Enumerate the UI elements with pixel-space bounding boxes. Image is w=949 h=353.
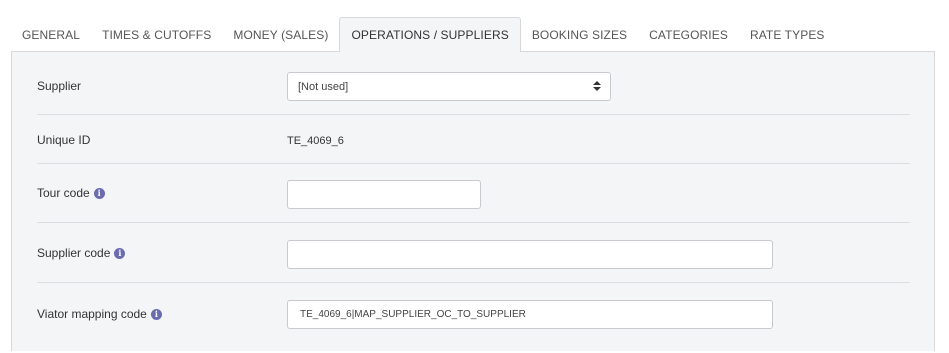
supplier-code-label: Supplier code i xyxy=(37,246,126,260)
viator-mapping-code-row: Viator mapping code i TE_4069_6|MAP_SUPP… xyxy=(37,283,910,353)
tab-money-sales[interactable]: MONEY (SALES) xyxy=(222,17,339,52)
tab-operations-suppliers[interactable]: OPERATIONS / SUPPLIERS xyxy=(339,17,521,52)
sort-arrows-icon xyxy=(593,80,601,93)
supplier-code-input[interactable] xyxy=(287,240,773,269)
supplier-select[interactable]: [Not used] xyxy=(287,72,611,101)
tab-rate-types[interactable]: RATE TYPES xyxy=(739,17,836,52)
viator-mapping-code-input[interactable]: TE_4069_6|MAP_SUPPLIER_OC_TO_SUPPLIER xyxy=(287,300,773,329)
viator-mapping-code-label: Viator mapping code i xyxy=(37,307,162,321)
tab-booking-sizes[interactable]: BOOKING SIZES xyxy=(521,17,638,52)
tab-bar: GENERAL TIMES & CUTOFFS MONEY (SALES) OP… xyxy=(11,17,836,52)
supplier-code-label-text: Supplier code xyxy=(37,246,111,260)
unique-id-value: TE_4069_6 xyxy=(287,135,344,147)
tour-code-label: Tour code i xyxy=(37,186,105,200)
tab-general[interactable]: GENERAL xyxy=(11,17,91,52)
tab-categories[interactable]: CATEGORIES xyxy=(638,17,739,52)
info-icon[interactable]: i xyxy=(93,187,105,199)
supplier-select-value: [Not used] xyxy=(298,80,349,93)
tour-code-row: Tour code i xyxy=(37,164,910,223)
tour-code-label-text: Tour code xyxy=(37,186,90,200)
tab-times-cutoffs[interactable]: TIMES & CUTOFFS xyxy=(91,17,222,52)
unique-id-label: Unique ID xyxy=(37,133,91,147)
supplier-code-row: Supplier code i xyxy=(37,223,910,283)
viator-mapping-code-label-text: Viator mapping code xyxy=(37,307,147,321)
tour-code-input[interactable] xyxy=(287,180,481,209)
info-icon[interactable]: i xyxy=(150,308,162,320)
operations-suppliers-panel: Supplier [Not used] Unique ID TE_4069_6 … xyxy=(11,51,935,351)
supplier-label: Supplier xyxy=(37,79,82,93)
supplier-row: Supplier [Not used] xyxy=(37,52,910,115)
info-icon[interactable]: i xyxy=(114,247,126,259)
unique-id-row: Unique ID TE_4069_6 xyxy=(37,115,910,164)
